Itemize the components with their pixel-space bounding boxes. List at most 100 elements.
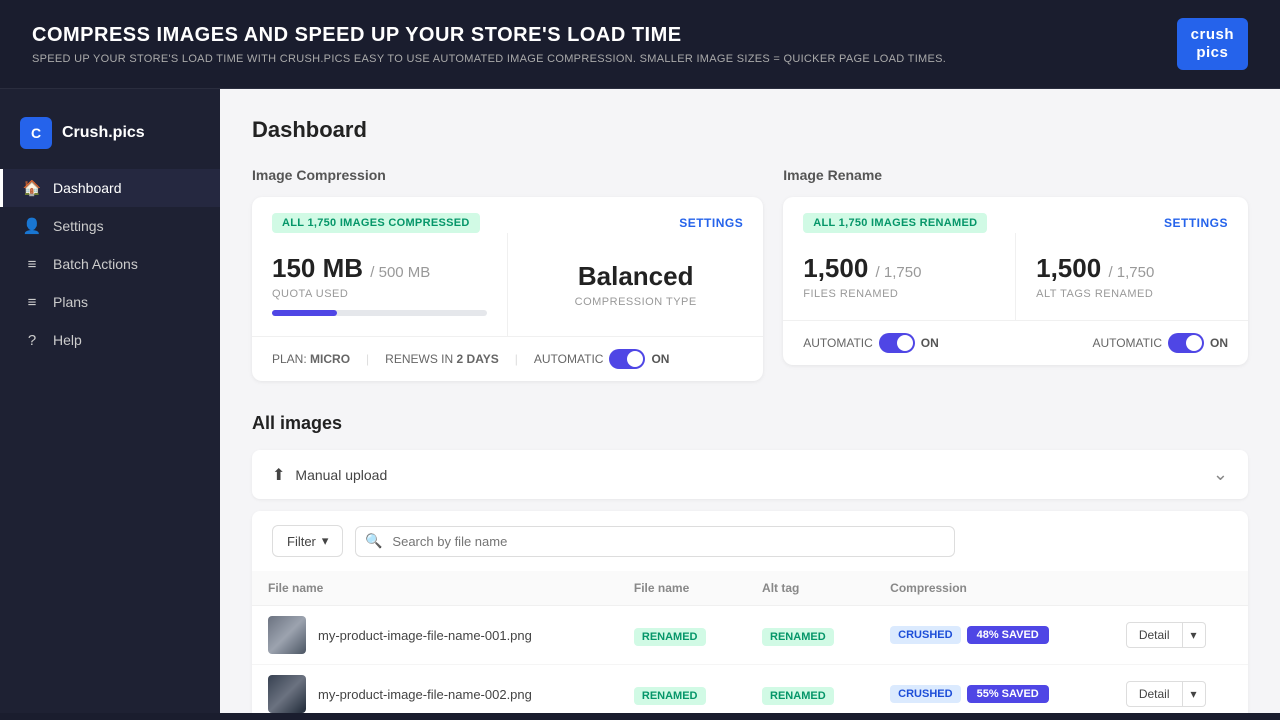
all-images-title: All images (252, 413, 1248, 434)
table-toolbar: Filter ▾ 🔍 (252, 511, 1248, 571)
file-rename-cell: RENAMED (618, 665, 746, 714)
filter-button[interactable]: Filter ▾ (272, 525, 343, 557)
quota-total: / 500 MB (370, 264, 430, 281)
detail-button[interactable]: Detail (1126, 622, 1183, 648)
sidebar-item-batch-actions[interactable]: ≡ Batch Actions (0, 245, 220, 283)
quota-value: 150 MB / 500 MB (272, 253, 487, 284)
files-renamed-stat: 1,500 / 1,750 FILES RENAMED (783, 233, 1016, 320)
rename-section: Image Rename ALL 1,750 IMAGES RENAMED SE… (783, 167, 1248, 381)
crushed-badge-row: CRUSHED (890, 626, 960, 644)
alt-tag-badge-row: RENAMED (762, 628, 834, 646)
footer-divider1: | (366, 352, 369, 366)
file-rename-cell: RENAMED (618, 606, 746, 665)
auto-toggle[interactable] (609, 349, 645, 369)
sidebar-item-plans[interactable]: ≡ Plans (0, 283, 220, 321)
sidebar-item-help[interactable]: ? Help (0, 321, 220, 359)
alt-tags-num: 1,500 (1036, 253, 1101, 283)
sidebar-item-settings[interactable]: 👤 Settings (0, 207, 220, 245)
sidebar-item-label: Help (53, 332, 82, 348)
search-icon: 🔍 (365, 533, 382, 550)
all-images-section: All images ⬆ Manual upload ⌄ Filter ▾ (252, 413, 1248, 713)
actions-cell: Detail ▾ (1110, 665, 1248, 714)
search-input[interactable] (355, 526, 955, 557)
alt-tags-value: 1,500 / 1,750 (1036, 253, 1228, 284)
sidebar-item-label: Batch Actions (53, 256, 138, 272)
rename-section-label: Image Rename (783, 167, 1248, 183)
alt-tag-cell: RENAMED (746, 665, 874, 714)
thumbnail (268, 675, 306, 713)
quota-stat: 150 MB / 500 MB QUOTA USED (252, 233, 508, 336)
detail-dropdown-button[interactable]: ▾ (1183, 681, 1206, 707)
alt-tags-stat: 1,500 / 1,750 ALT TAGS RENAMED (1016, 233, 1248, 320)
footer-divider2: | (515, 352, 518, 366)
compression-type-label: COMPRESSION TYPE (575, 296, 697, 308)
compression-type-value: Balanced (578, 261, 694, 292)
filename-text: my-product-image-file-name-002.png (318, 687, 532, 702)
chevron-down-icon: ⌄ (1213, 464, 1228, 485)
compression-section: Image Compression ALL 1,750 IMAGES COMPR… (252, 167, 763, 381)
rename-card-header: ALL 1,750 IMAGES RENAMED SETTINGS (783, 197, 1248, 233)
help-icon: ? (23, 331, 41, 349)
batch-icon: ≡ (23, 255, 41, 273)
alt-tags-label: ALT TAGS RENAMED (1036, 288, 1228, 300)
compression-card-header: ALL 1,750 IMAGES COMPRESSED SETTINGS (252, 197, 763, 233)
detail-button[interactable]: Detail (1126, 681, 1183, 707)
rename-badge-row: RENAMED (634, 687, 706, 705)
sidebar-item-label: Dashboard (53, 180, 122, 196)
quota-bar (272, 310, 487, 316)
col-file-rename: File name (618, 571, 746, 606)
cards-row: Image Compression ALL 1,750 IMAGES COMPR… (252, 167, 1248, 381)
logo-line2: pics (1191, 44, 1234, 62)
rename-badge: ALL 1,750 IMAGES RENAMED (803, 213, 987, 233)
table-row: my-product-image-file-name-001.png RENAM… (252, 606, 1248, 665)
filename-cell: my-product-image-file-name-001.png (252, 606, 618, 665)
logo-badge: crush pics (1177, 18, 1248, 70)
plan-label: PLAN: MICRO (272, 352, 350, 366)
filename-text: my-product-image-file-name-001.png (318, 628, 532, 643)
filter-chevron-icon: ▾ (322, 533, 329, 549)
manual-upload-label: Manual upload (295, 467, 387, 483)
rename-card-footer: AUTOMATIC ON AUTOMATIC ON (783, 320, 1248, 365)
rename-auto1-wrap: AUTOMATIC ON (803, 333, 939, 353)
sidebar-item-dashboard[interactable]: 🏠 Dashboard (0, 169, 220, 207)
auto-toggle-wrap: AUTOMATIC ON (534, 349, 670, 369)
alt-tag-badge-row: RENAMED (762, 687, 834, 705)
filter-label: Filter (287, 534, 316, 549)
col-alt-tag: Alt tag (746, 571, 874, 606)
sidebar: C Crush.pics 🏠 Dashboard 👤 Settings ≡ Ba… (0, 89, 220, 713)
saved-badge-row: 48% SAVED (967, 626, 1049, 644)
settings-icon: 👤 (23, 217, 41, 235)
actions-cell: Detail ▾ (1110, 606, 1248, 665)
plan-prefix: PLAN: (272, 352, 307, 366)
alt-tag-cell: RENAMED (746, 606, 874, 665)
rename-settings-link[interactable]: SETTINGS (1164, 216, 1228, 230)
files-label: FILES RENAMED (803, 288, 995, 300)
upload-bar[interactable]: ⬆ Manual upload ⌄ (252, 450, 1248, 499)
compression-section-label: Image Compression (252, 167, 763, 183)
rename-auto2-wrap: AUTOMATIC ON (1092, 333, 1228, 353)
detail-dropdown-button[interactable]: ▾ (1183, 622, 1206, 648)
rename-card: ALL 1,750 IMAGES RENAMED SETTINGS 1,500 … (783, 197, 1248, 365)
sidebar-item-label: Settings (53, 218, 104, 234)
header-title: COMPRESS IMAGES AND SPEED UP YOUR STORE'… (32, 24, 946, 47)
rename-on1: ON (921, 336, 939, 350)
saved-badge-row: 55% SAVED (967, 685, 1049, 703)
rename-toggle1[interactable] (879, 333, 915, 353)
page-title: Dashboard (252, 117, 1248, 143)
files-renamed-value: 1,500 / 1,750 (803, 253, 995, 284)
rename-auto1-label: AUTOMATIC (803, 336, 873, 350)
col-filename: File name (252, 571, 618, 606)
quota-bar-fill (272, 310, 337, 316)
logo-line1: crush (1191, 26, 1234, 44)
compression-card: ALL 1,750 IMAGES COMPRESSED SETTINGS 150… (252, 197, 763, 381)
upload-icon: ⬆ (272, 465, 285, 485)
compression-card-body: 150 MB / 500 MB QUOTA USED Balanced (252, 233, 763, 336)
rename-toggle2[interactable] (1168, 333, 1204, 353)
table-head: File name File name Alt tag Compression (252, 571, 1248, 606)
compression-settings-link[interactable]: SETTINGS (679, 216, 743, 230)
on-label: ON (651, 352, 669, 366)
header-text-block: COMPRESS IMAGES AND SPEED UP YOUR STORE'… (32, 24, 946, 65)
images-table: File name File name Alt tag Compression (252, 571, 1248, 713)
renews-value: 2 DAYS (457, 352, 499, 366)
top-header: COMPRESS IMAGES AND SPEED UP YOUR STORE'… (0, 0, 1280, 89)
